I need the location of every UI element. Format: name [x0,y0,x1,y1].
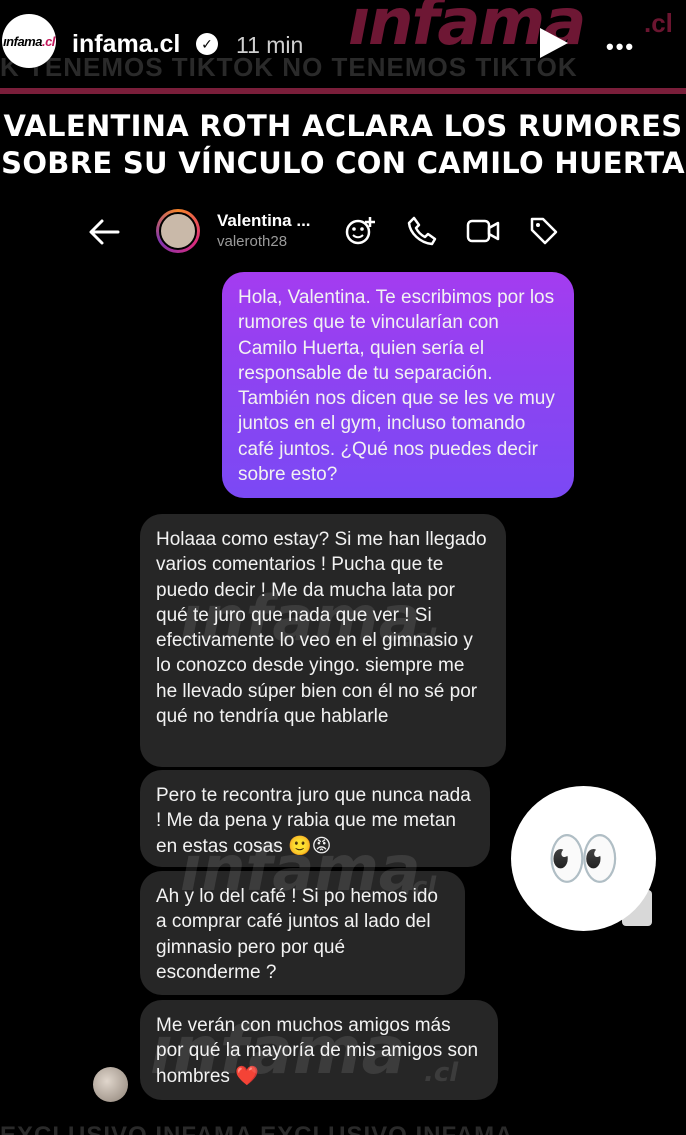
play-icon[interactable] [540,28,568,58]
video-call-icon[interactable] [466,214,500,248]
story-timestamp: 11 min [236,32,304,58]
received-message[interactable]: Ah y lo del café ! Si po hemos ido a com… [140,871,465,995]
headline-line-1: VALENTINA ROTH ACLARA LOS RUMORES [3,109,683,143]
background-logo-suffix: .cl [644,8,673,38]
sent-message[interactable]: Hola, Valentina. Te escribimos por los r… [222,272,574,498]
phone-icon[interactable] [405,214,439,248]
story-username[interactable]: infama.cl [72,30,180,59]
more-options-icon[interactable]: ••• [606,34,635,60]
dm-contact-name[interactable]: Valentina ... [217,211,311,231]
header-divider [0,88,686,94]
add-people-icon[interactable] [343,214,377,248]
headline: VALENTINA ROTH ACLARA LOS RUMORES SOBRE … [0,108,686,182]
sender-avatar[interactable] [93,1067,128,1102]
back-arrow-icon[interactable] [88,216,120,255]
story-header: K TENEMOS TIKTOK NO TENEMOS TIKTOK ınfam… [0,0,686,92]
dm-contact-handle: valeroth28 [217,233,288,250]
dm-contact-avatar[interactable] [156,209,200,253]
received-message[interactable]: Holaaa como estay? Si me han llegado var… [140,514,506,767]
eyes-sticker-icon: 👀 [511,786,656,931]
footer-strip-text: EXCLUSIVO INFAMA EXCLUSIVO INFAMA [0,1122,686,1135]
headline-line-2: SOBRE SU VÍNCULO CON CAMILO HUERTA [1,146,685,180]
received-message[interactable]: Pero te recontra juro que nunca nada ! M… [140,770,490,867]
received-message[interactable]: Me verán con muchos amigos más por qué l… [140,1000,498,1100]
verified-badge-icon: ✓ [196,33,218,55]
avatar-logo: ınfama.cl [3,33,55,49]
tag-icon[interactable] [527,214,561,248]
profile-avatar[interactable]: ınfama.cl [2,14,56,68]
